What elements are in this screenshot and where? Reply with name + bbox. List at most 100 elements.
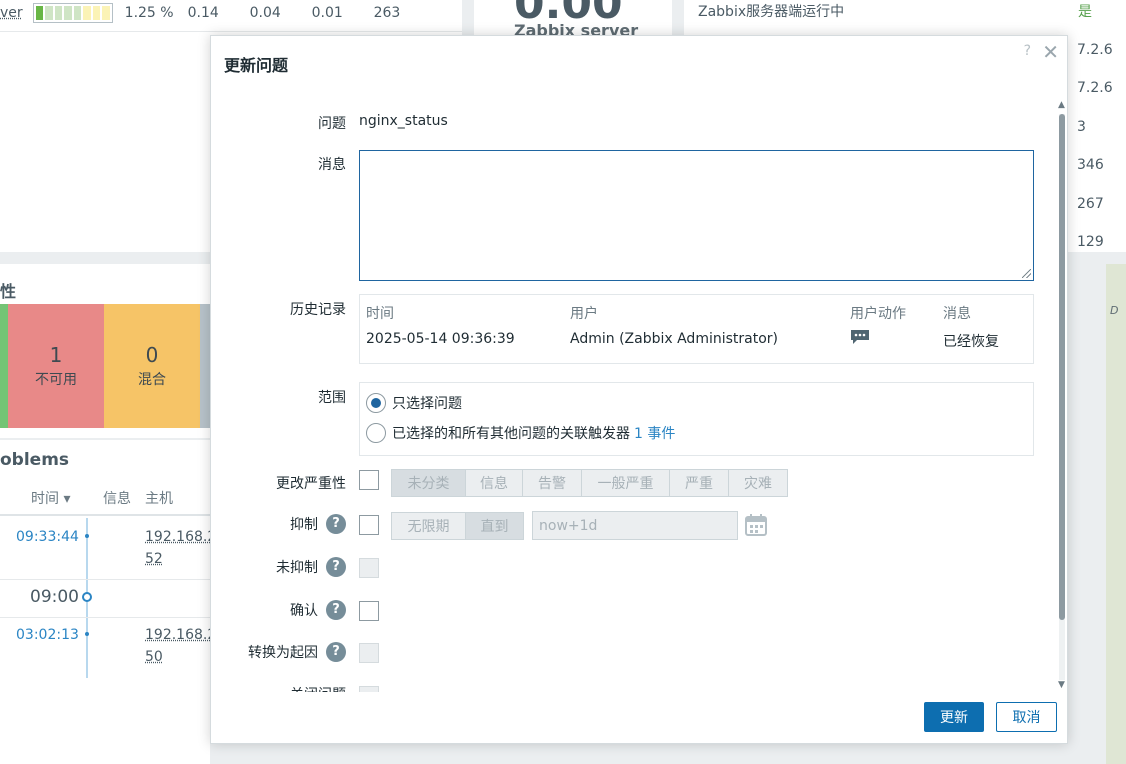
problem-label: 问题	[318, 116, 346, 132]
dialog-scrollbar[interactable]: ▲ ▼	[1057, 100, 1067, 692]
available-box[interactable]	[0, 304, 8, 428]
system-row-label[interactable]: ver	[0, 5, 23, 21]
metric-value: 0.04	[249, 5, 281, 21]
severity-option[interactable]: 严重	[670, 470, 729, 496]
widget-title: oblems	[0, 450, 70, 470]
convert-to-cause-label: 转换为起因?	[248, 642, 346, 662]
unavailable-label: 不可用	[35, 372, 77, 388]
help-icon[interactable]: ?	[326, 514, 346, 534]
info-value: 267	[1077, 196, 1104, 212]
radio-label: 已选择的和所有其他问题的关联触发器	[392, 426, 630, 442]
history-col-user: 用户	[570, 306, 598, 322]
radio-button-selected[interactable]	[366, 393, 386, 413]
change-severity-label: 更改严重性	[276, 476, 346, 492]
problems-widget: oblems 时间 ▾ 信息 主机 09:33:44 192.168.2 52 0…	[0, 440, 216, 764]
problem-value: nginx_status	[359, 113, 448, 129]
scope-option-problem-only[interactable]: 只选择问题	[366, 393, 462, 413]
divider	[0, 31, 462, 32]
col-host: 主机	[145, 491, 173, 507]
help-icon[interactable]: ?	[326, 557, 346, 577]
mixed-label: 混合	[138, 372, 166, 388]
comment-icon[interactable]	[850, 329, 870, 345]
unsuppress-label: 未抑制?	[276, 557, 346, 577]
problem-time[interactable]: 09:33:44	[16, 529, 79, 545]
scope-radio-group: 只选择问题 已选择的和所有其他问题的关联触发器 1 事件	[359, 382, 1034, 456]
severity-option[interactable]: 告警	[523, 470, 582, 496]
unavailable-box[interactable]: 1 不可用	[8, 304, 104, 428]
timeline-dot	[85, 632, 89, 636]
change-severity-checkbox[interactable]	[359, 470, 379, 490]
divider	[0, 617, 210, 618]
help-icon[interactable]: ?	[326, 642, 346, 662]
unavailable-count: 1	[49, 343, 63, 367]
system-metrics-row: ver 1.25 % 0.14 0.04 0.01 263	[0, 3, 414, 23]
timeline-dot	[85, 534, 89, 538]
message-textarea[interactable]	[359, 150, 1034, 281]
close-icon[interactable]: ✕	[1042, 40, 1059, 64]
severity-option[interactable]: 未分类	[392, 470, 466, 496]
divider	[0, 579, 210, 580]
history-message: 已经恢复	[943, 334, 999, 350]
dialog-title: 更新问题	[224, 56, 289, 75]
suppress-segmented-control: 无限期 直到	[391, 512, 524, 540]
map-widget[interactable]: D	[1106, 264, 1126, 764]
problem-host[interactable]: 192.168.2 50	[145, 624, 216, 668]
severity-option[interactable]: 信息	[466, 470, 523, 496]
help-icon[interactable]: ?	[326, 600, 346, 620]
mixed-count: 0	[145, 343, 159, 367]
map-label: D	[1110, 304, 1119, 317]
acknowledge-checkbox[interactable]	[359, 601, 379, 621]
metric-value: 263	[373, 5, 401, 21]
info-value: 3	[1077, 119, 1086, 135]
unknown-box[interactable]	[200, 304, 210, 428]
help-icon[interactable]: ?	[1024, 43, 1031, 59]
history-time: 2025-05-14 09:36:39	[366, 331, 515, 347]
problem-time[interactable]: 03:02:13	[16, 627, 79, 643]
scroll-up-icon[interactable]: ▲	[1058, 100, 1065, 110]
suppress-label: 抑制?	[290, 514, 346, 534]
severity-option[interactable]: 灾难	[729, 470, 787, 496]
metric-value: 0.14	[187, 5, 219, 21]
timeline-marker	[82, 592, 92, 602]
suppress-until-input[interactable]: now+1d	[532, 511, 738, 540]
mixed-box[interactable]: 0 混合	[104, 304, 200, 428]
history-col-message: 消息	[943, 306, 971, 322]
widget-title: 性	[0, 282, 17, 301]
suppress-option[interactable]: 无限期	[392, 513, 466, 539]
convert-to-cause-checkbox[interactable]	[359, 643, 379, 663]
close-problem-label: 关闭问题	[290, 684, 346, 692]
close-problem-checkbox[interactable]	[359, 686, 379, 692]
suppress-option[interactable]: 直到	[466, 513, 523, 539]
problem-host[interactable]: 192.168.2 52	[145, 526, 216, 570]
resize-grip-icon[interactable]	[1022, 269, 1031, 278]
scroll-down-icon[interactable]: ▼	[1058, 680, 1065, 690]
metric-value: 0.01	[311, 5, 343, 21]
history-label: 历史记录	[290, 302, 346, 318]
info-value: 7.2.6	[1077, 80, 1113, 96]
history-user: Admin (Zabbix Administrator)	[570, 331, 778, 347]
radio-label: 只选择问题	[392, 396, 462, 412]
message-label: 消息	[318, 157, 346, 173]
update-button[interactable]: 更新	[924, 702, 984, 732]
event-count-link[interactable]: 1 事件	[634, 423, 675, 443]
info-value: 129	[1077, 234, 1104, 250]
timeline-hour: 09:00	[30, 587, 79, 607]
calendar-icon[interactable]	[744, 514, 768, 536]
server-widget: 0.00 ↑ Zabbix server	[474, 0, 672, 80]
col-time[interactable]: 时间 ▾	[31, 488, 70, 508]
severity-option[interactable]: 一般严重	[582, 470, 670, 496]
history-table: 时间 用户 用户动作 消息 2025-05-14 09:36:39 Admin …	[359, 294, 1034, 364]
acknowledge-label: 确认?	[290, 600, 346, 620]
dialog-form: 问题 nginx_status 消息 历史记录 时间 用户 用户动作 消息 20…	[211, 96, 1069, 692]
info-value: 是	[1078, 4, 1092, 20]
scrollbar-thumb[interactable]	[1059, 114, 1065, 620]
info-row: Zabbix服务器端运行中 是	[698, 0, 1126, 30]
radio-button[interactable]	[366, 423, 386, 443]
info-value: 346	[1077, 157, 1104, 173]
unsuppress-checkbox[interactable]	[359, 558, 379, 578]
severity-segmented-control: 未分类 信息 告警 一般严重 严重 灾难	[391, 469, 788, 497]
suppress-checkbox[interactable]	[359, 515, 379, 535]
cancel-button[interactable]: 取消	[996, 702, 1057, 732]
history-col-action: 用户动作	[850, 306, 906, 322]
scope-option-related[interactable]: 已选择的和所有其他问题的关联触发器 1 事件	[366, 423, 675, 443]
